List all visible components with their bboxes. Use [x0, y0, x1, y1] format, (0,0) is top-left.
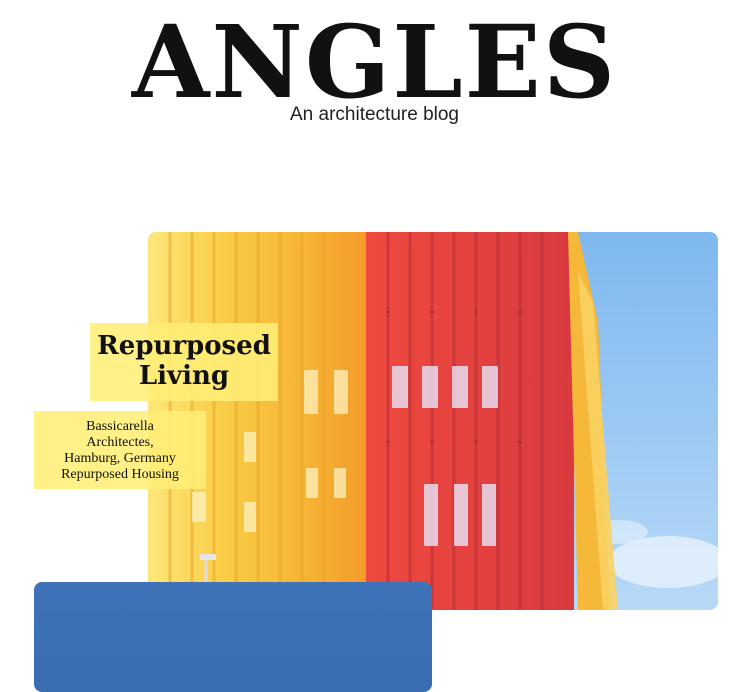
site-subtitle: An architecture blog	[290, 104, 459, 125]
featured-post-title[interactable]: Repurposed Living	[90, 323, 278, 401]
second-post-image[interactable]	[34, 582, 432, 692]
meta-line: Architectes,	[86, 435, 154, 450]
meta-line: Hamburg, Germany	[64, 451, 176, 466]
meta-line: Bassicarella	[86, 419, 154, 434]
building-facade-image	[148, 232, 718, 610]
meta-line: Repurposed Housing	[61, 467, 179, 482]
site-title[interactable]: ANGLES	[0, 12, 749, 112]
featured-post-meta: Bassicarella Architectes, Hamburg, Germa…	[34, 411, 206, 489]
featured-post-image[interactable]	[148, 232, 718, 610]
